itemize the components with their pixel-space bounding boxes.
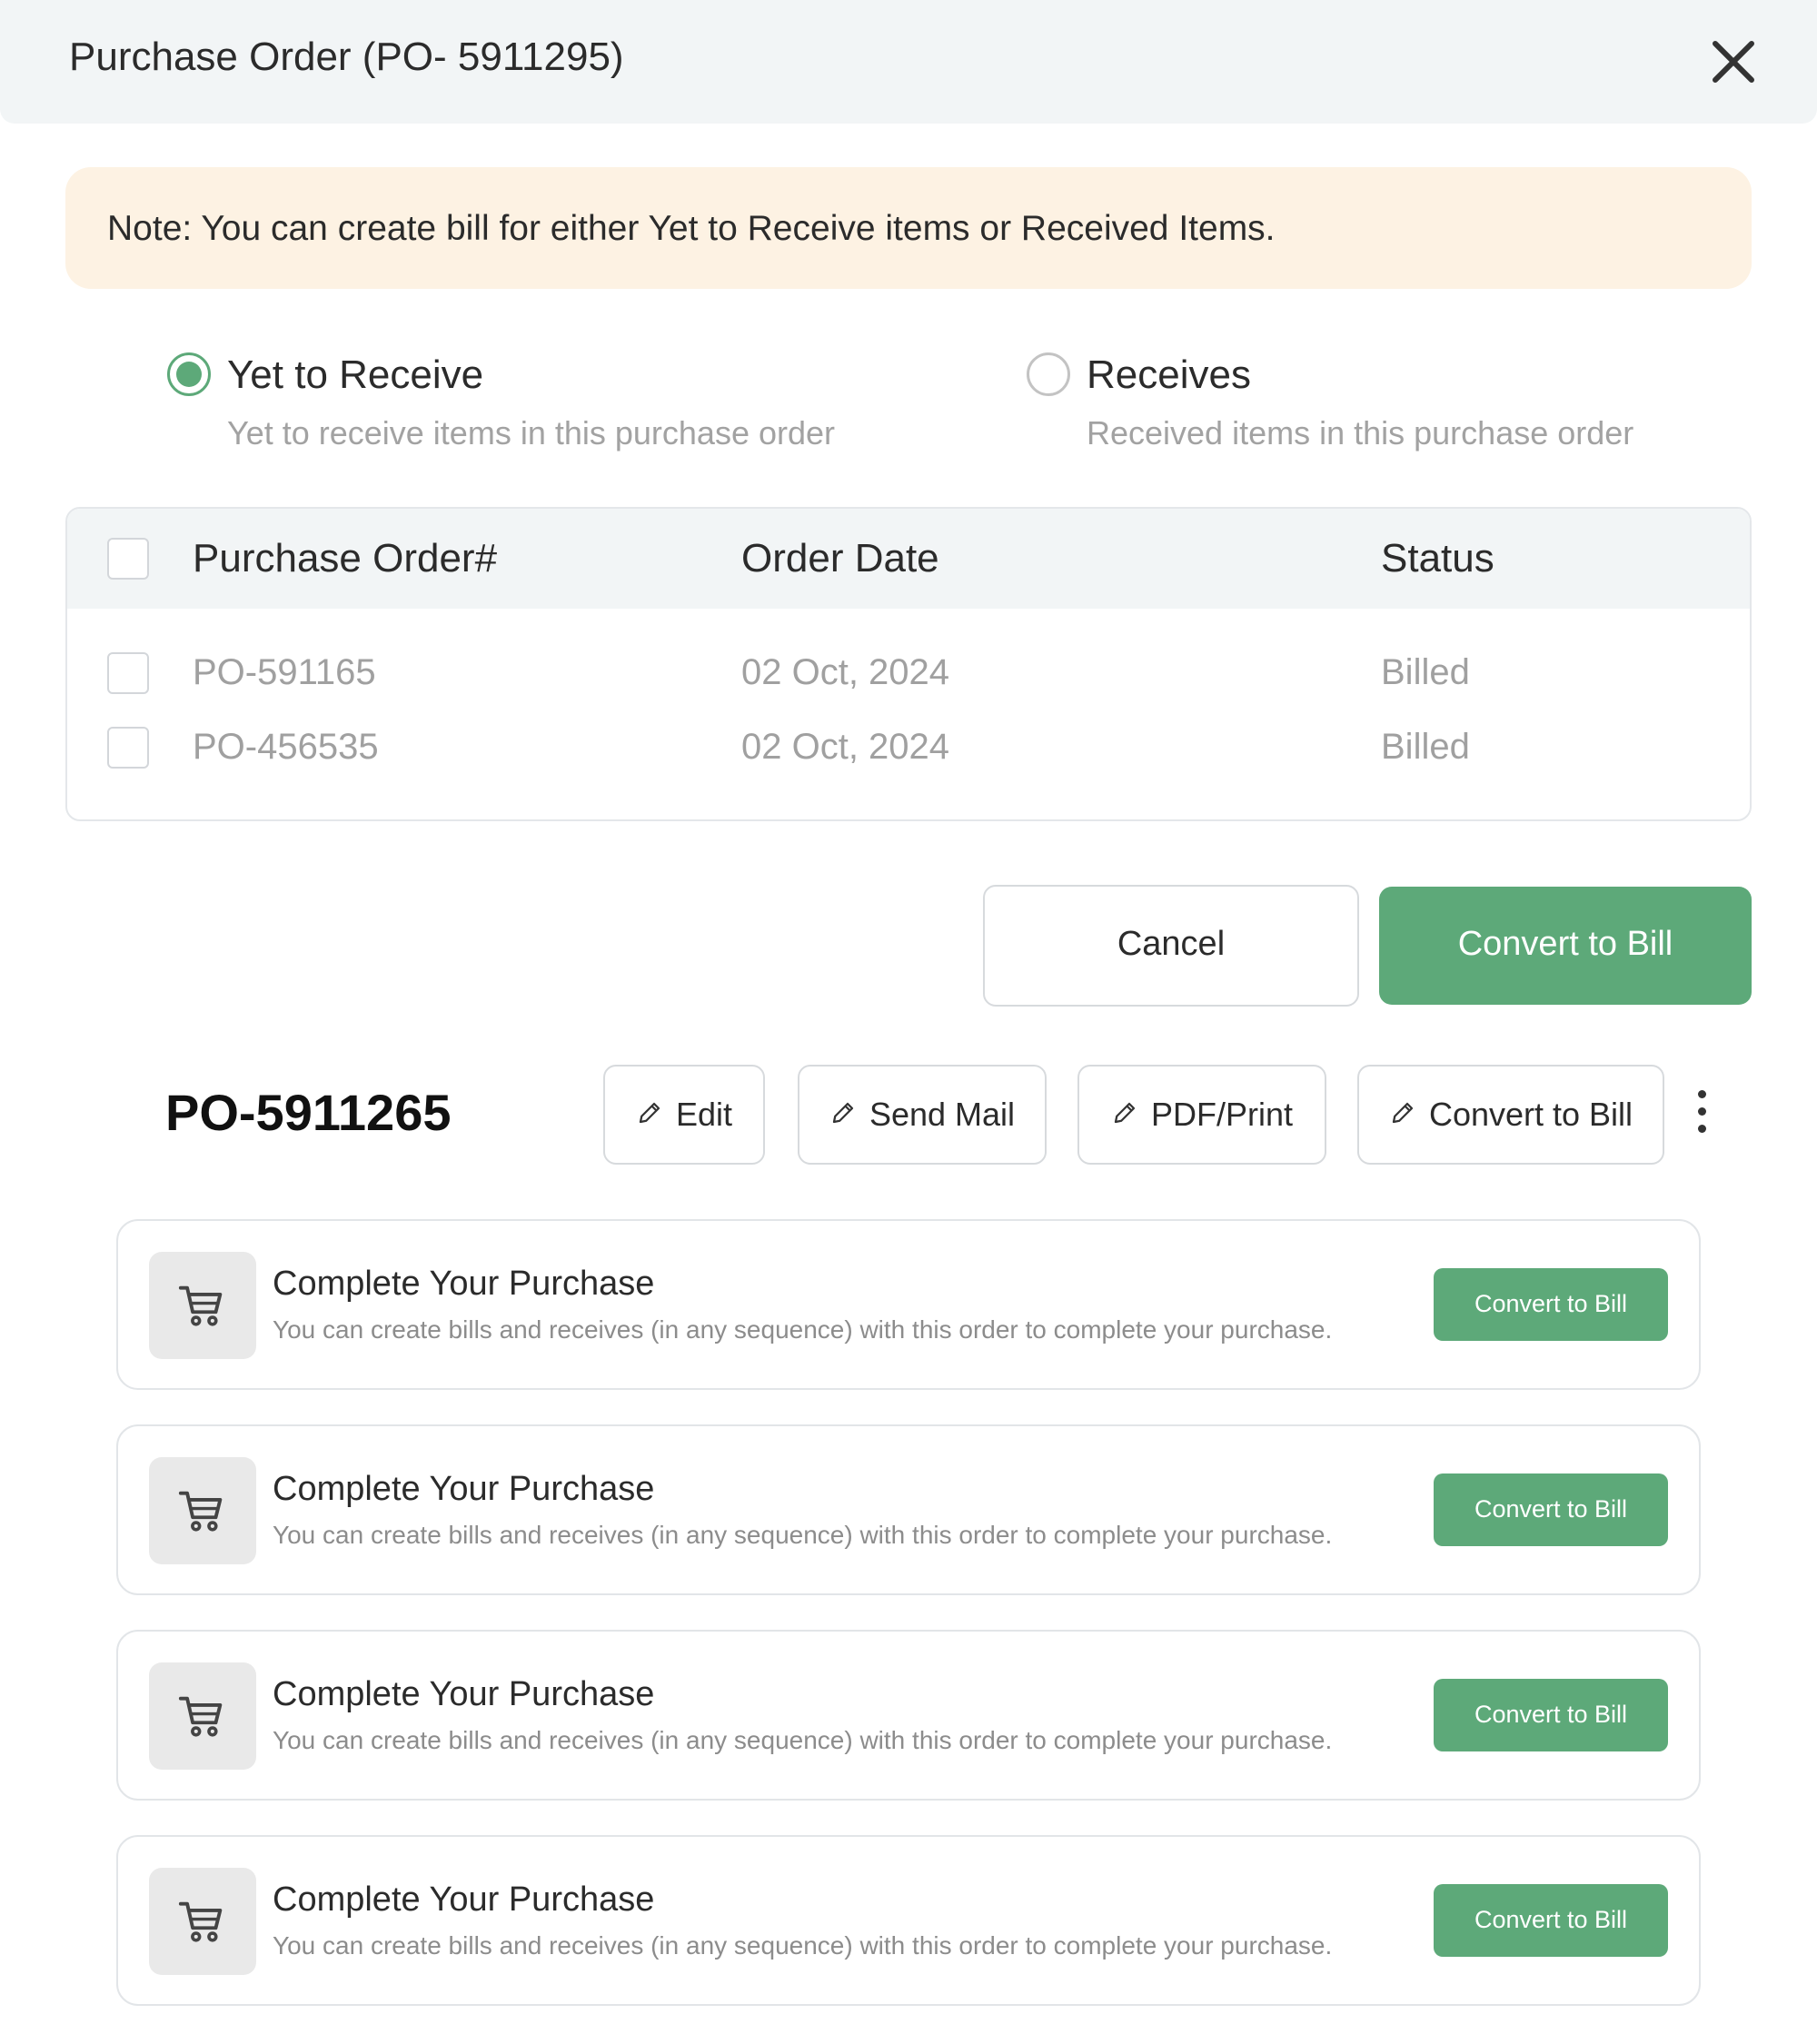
- card-convert-to-bill-button[interactable]: Convert to Bill: [1434, 1473, 1668, 1546]
- column-header-date: Order Date: [741, 536, 939, 580]
- column-header-po: Purchase Order#: [193, 536, 498, 580]
- cell-po: PO-456535: [193, 727, 379, 767]
- purchase-card: Complete Your Purchase You can create bi…: [116, 1219, 1701, 1390]
- cell-status: Billed: [1381, 727, 1470, 767]
- po-number-heading: PO-5911265: [165, 1084, 452, 1141]
- cart-icon: [149, 1868, 256, 1975]
- card-description: You can create bills and receives (in an…: [273, 1726, 1333, 1754]
- card-button-label: Convert to Bill: [1474, 1290, 1628, 1317]
- radio-selected-indicator[interactable]: [167, 352, 211, 396]
- purchase-card: Complete Your Purchase You can create bi…: [116, 1424, 1701, 1595]
- card-description: You can create bills and receives (in an…: [273, 1931, 1333, 1960]
- edit-button[interactable]: Edit: [603, 1065, 765, 1165]
- card-description: You can create bills and receives (in an…: [273, 1315, 1333, 1344]
- edit-label: Edit: [675, 1096, 733, 1133]
- purchase-order-table: Purchase Order# Order Date Status PO-591…: [65, 507, 1752, 821]
- pencil-icon: [829, 1099, 857, 1131]
- card-button-label: Convert to Bill: [1474, 1701, 1628, 1728]
- row-checkbox[interactable]: [107, 727, 149, 769]
- column-header-status: Status: [1381, 536, 1494, 580]
- cancel-button[interactable]: Cancel: [983, 885, 1359, 1007]
- card-button-label: Convert to Bill: [1474, 1495, 1628, 1523]
- cancel-button-label: Cancel: [1117, 925, 1226, 963]
- cart-icon: [149, 1457, 256, 1564]
- cell-date: 02 Oct, 2024: [741, 727, 950, 767]
- radio-description: Received items in this purchase order: [1087, 414, 1634, 451]
- close-icon[interactable]: [1708, 36, 1759, 87]
- card-title: Complete Your Purchase: [273, 1675, 655, 1713]
- send-mail-label: Send Mail: [869, 1096, 1016, 1133]
- send-mail-button[interactable]: Send Mail: [798, 1065, 1047, 1165]
- radio-label: Receives: [1087, 352, 1251, 397]
- pdf-print-label: PDF/Print: [1150, 1096, 1294, 1133]
- cell-po: PO-591165: [193, 652, 376, 692]
- card-title: Complete Your Purchase: [273, 1470, 655, 1508]
- radio-unselected-indicator[interactable]: [1027, 352, 1070, 396]
- cart-icon: [149, 1662, 256, 1770]
- convert-to-bill-label: Convert to Bill: [1428, 1096, 1633, 1133]
- table-header: Purchase Order# Order Date Status: [67, 509, 1750, 609]
- pencil-icon: [636, 1099, 663, 1131]
- card-description: You can create bills and receives (in an…: [273, 1521, 1333, 1549]
- cell-status: Billed: [1381, 652, 1470, 692]
- row-checkbox[interactable]: [107, 652, 149, 694]
- note-banner: Note: You can create bill for either Yet…: [65, 167, 1752, 289]
- radio-label: Yet to Receive: [227, 352, 484, 397]
- select-all-checkbox[interactable]: [107, 538, 149, 580]
- radio-description: Yet to receive items in this purchase or…: [227, 414, 836, 451]
- cart-icon: [149, 1252, 256, 1359]
- card-convert-to-bill-button[interactable]: Convert to Bill: [1434, 1679, 1668, 1751]
- convert-to-bill-button[interactable]: Convert to Bill: [1379, 887, 1752, 1005]
- pencil-icon: [1389, 1099, 1416, 1131]
- modal-header: Purchase Order (PO- 5911295): [0, 0, 1817, 124]
- purchase-card: Complete Your Purchase You can create bi…: [116, 1630, 1701, 1801]
- purchase-card: Complete Your Purchase You can create bi…: [116, 1835, 1701, 2006]
- card-title: Complete Your Purchase: [273, 1880, 655, 1919]
- convert-to-bill-label: Convert to Bill: [1457, 925, 1673, 963]
- cell-date: 02 Oct, 2024: [741, 652, 950, 692]
- card-convert-to-bill-button[interactable]: Convert to Bill: [1434, 1268, 1668, 1341]
- pencil-icon: [1111, 1099, 1138, 1131]
- pdf-print-button[interactable]: PDF/Print: [1077, 1065, 1326, 1165]
- kebab-menu-icon[interactable]: [1688, 1090, 1715, 1139]
- toolbar-convert-to-bill-button[interactable]: Convert to Bill: [1357, 1065, 1664, 1165]
- note-text: Note: You can create bill for either Yet…: [107, 209, 1276, 248]
- card-title: Complete Your Purchase: [273, 1265, 655, 1303]
- card-button-label: Convert to Bill: [1474, 1906, 1628, 1933]
- modal-title: Purchase Order (PO- 5911295): [69, 35, 624, 79]
- card-convert-to-bill-button[interactable]: Convert to Bill: [1434, 1884, 1668, 1957]
